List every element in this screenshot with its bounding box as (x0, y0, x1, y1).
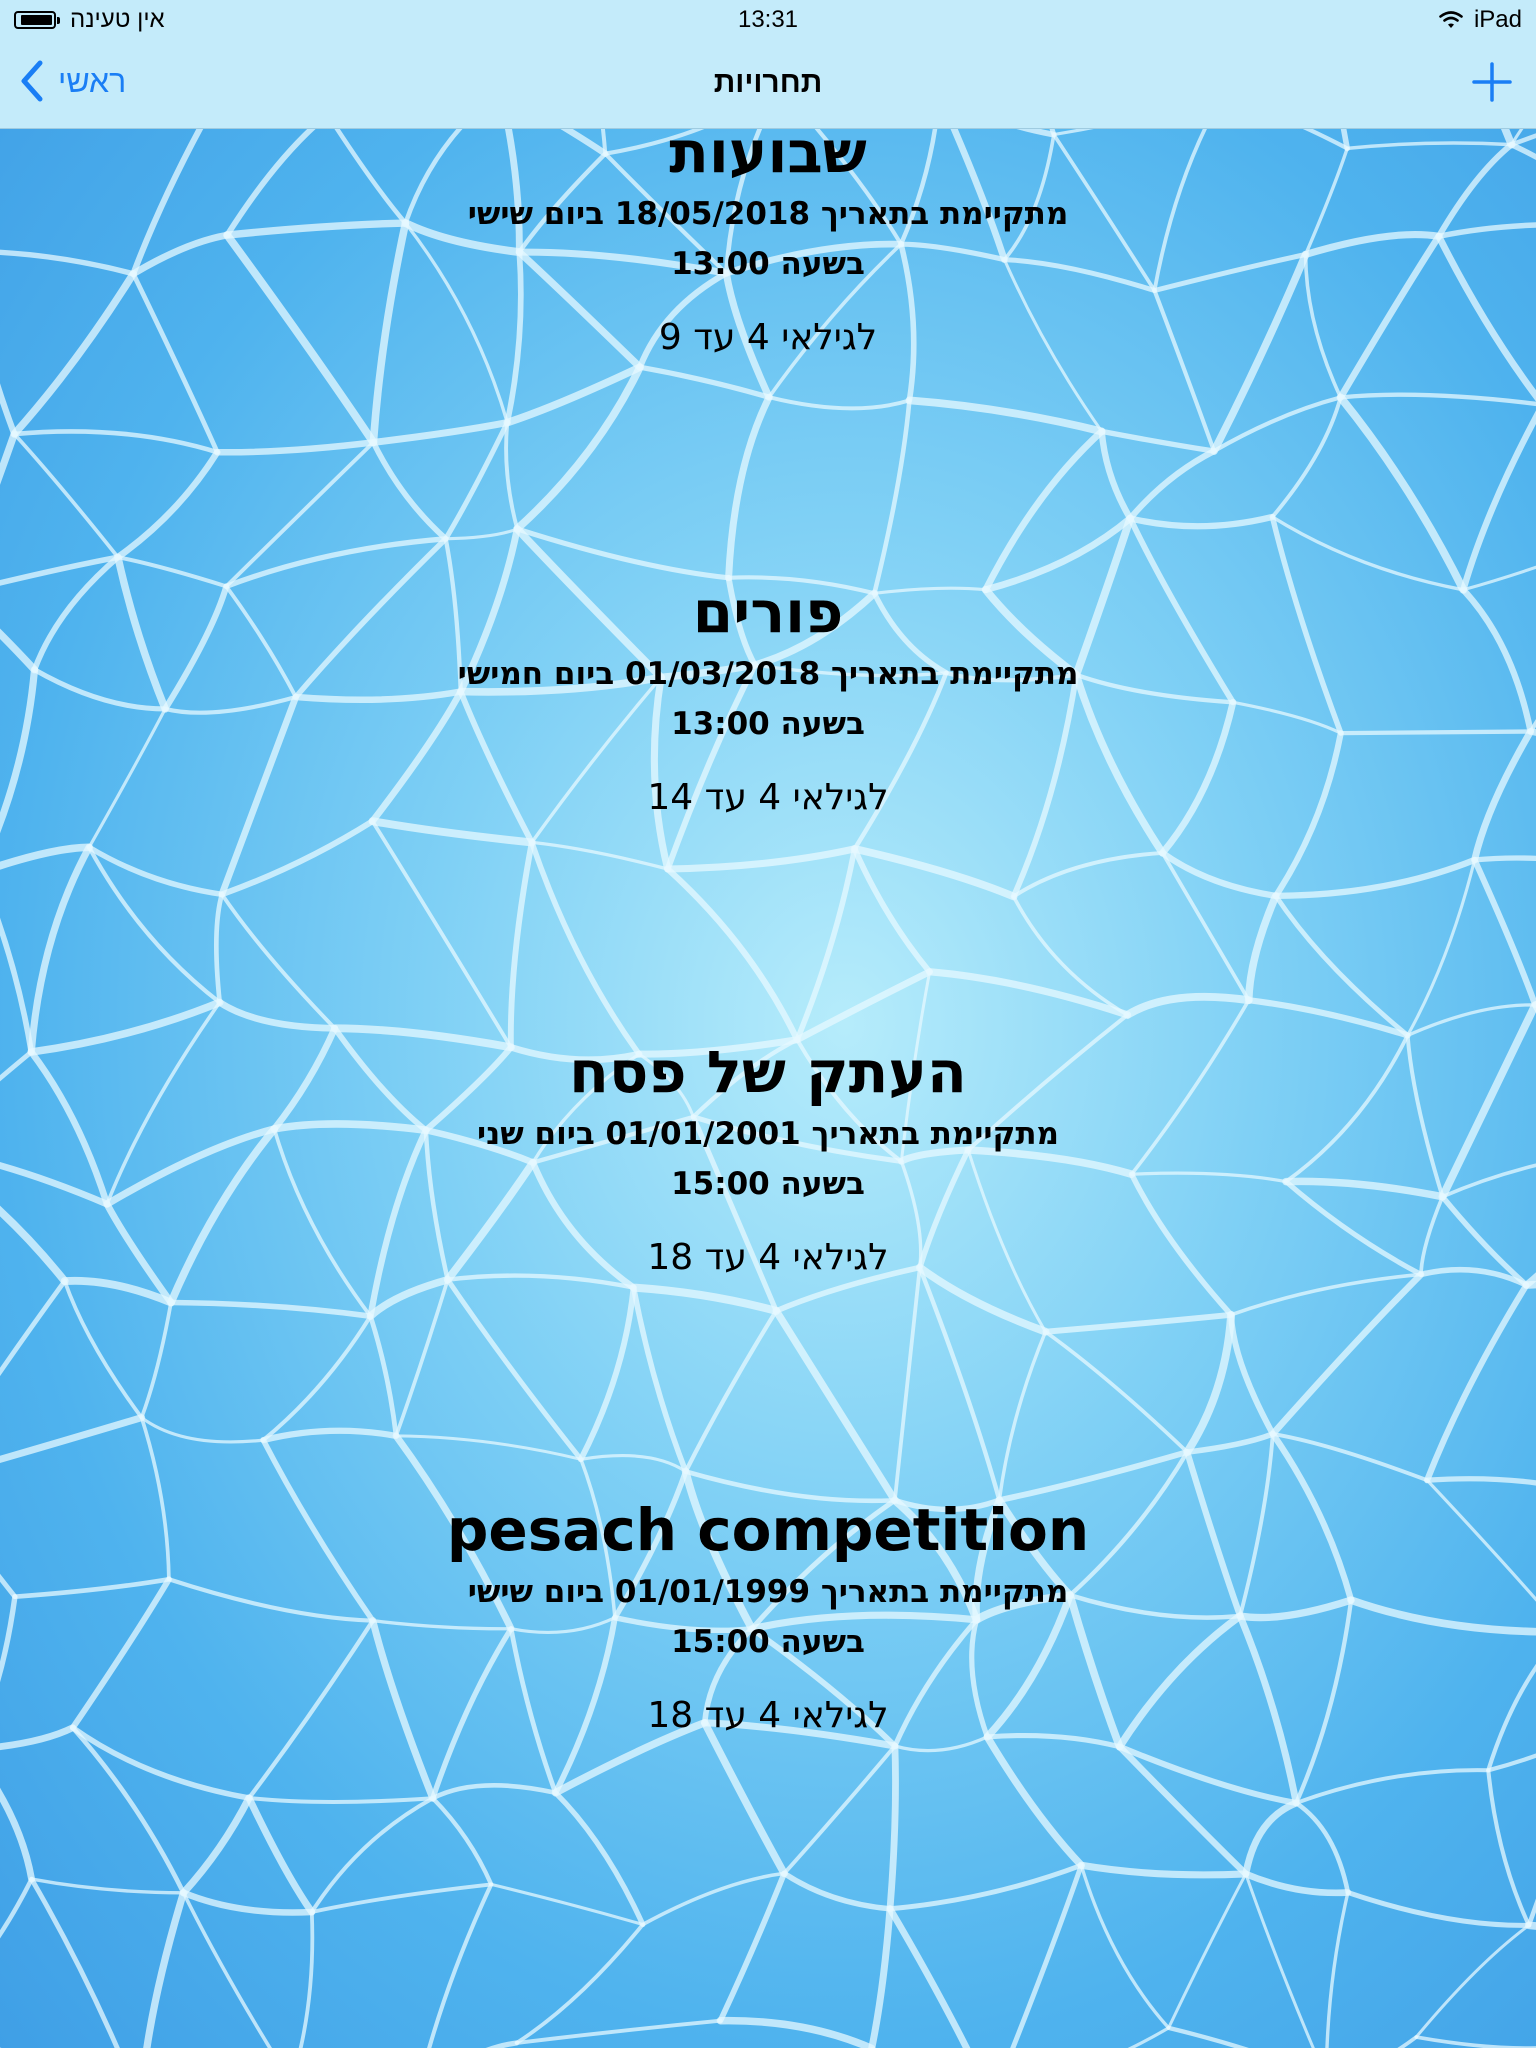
competition-ages: לגילאי 4 עד 9 (658, 317, 878, 358)
plus-icon[interactable] (1470, 60, 1514, 104)
wifi-icon (1439, 11, 1463, 28)
status-right: iPad (1438, 6, 1522, 34)
status-time: 13:31 (737, 6, 799, 33)
status-bar: אין טעינה 13:31 iPad (0, 0, 1536, 42)
competition-time: בשעה 13:00 (671, 706, 865, 742)
competition-ages: לגילאי 4 עד 14 (647, 777, 889, 818)
competition-item[interactable]: פורים מתקיימת בתאריך 01/03/2018 ביום חמי… (0, 580, 1536, 820)
competition-name: פורים (692, 578, 844, 646)
navigation-bar: ראשי תחרויות (0, 42, 1536, 129)
competition-ages: לגילאי 4 עד 18 (647, 1237, 889, 1278)
competition-time: בשעה 13:00 (671, 246, 865, 282)
competition-name: pesach competition (446, 1496, 1090, 1564)
competition-ages: לגילאי 4 עד 18 (647, 1695, 889, 1736)
competition-time: בשעה 15:00 (671, 1624, 865, 1660)
competition-item[interactable]: העתק של פסח מתקיימת בתאריך 01/01/2001 בי… (0, 1040, 1536, 1280)
device-name: iPad (1473, 6, 1522, 33)
competition-name: שבועות (669, 118, 867, 186)
competition-date: מתקיימת בתאריך 01/01/2001 ביום שני (477, 1116, 1059, 1152)
page-title: תחרויות (713, 66, 823, 99)
competition-date: מתקיימת בתאריך 18/05/2018 ביום שישי (467, 196, 1069, 232)
competition-date: מתקיימת בתאריך 01/03/2018 ביום חמישי (457, 656, 1079, 692)
competition-time: בשעה 15:00 (671, 1166, 865, 1202)
competition-item[interactable]: שבועות מתקיימת בתאריך 18/05/2018 ביום שי… (0, 120, 1536, 360)
competition-name: העתק של פסח (569, 1038, 967, 1106)
competition-item[interactable]: pesach competition מתקיימת בתאריך 01/01/… (0, 1498, 1536, 1738)
competition-date: מתקיימת בתאריך 01/01/1999 ביום שישי (467, 1574, 1069, 1610)
